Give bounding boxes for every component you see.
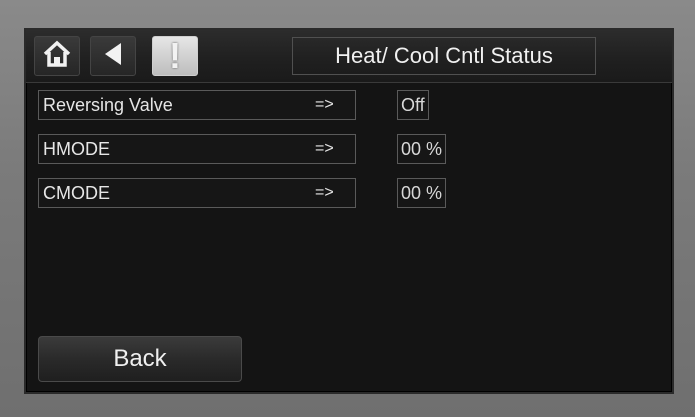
left-arrow-icon (101, 41, 125, 72)
touch-screen: ! Heat/ Cool Cntl Status Reversing Valve… (24, 28, 674, 394)
row-value-cmode: 00 % (397, 178, 447, 208)
status-row-hmode[interactable]: HMODE => (38, 134, 356, 164)
back-button[interactable]: Back (38, 336, 242, 382)
status-row-reversing-valve[interactable]: Reversing Valve => (38, 90, 356, 120)
row-label: Reversing Valve (43, 94, 173, 115)
row-value-hmode: 00 % (397, 134, 447, 164)
home-icon (42, 40, 72, 73)
row-value-reversing-valve: Off (397, 90, 429, 120)
exclamation-icon: ! (169, 35, 181, 76)
alarm-button[interactable]: ! (152, 36, 198, 76)
page-title: Heat/ Cool Cntl Status (292, 37, 596, 75)
status-row-cmode[interactable]: CMODE => (38, 178, 356, 208)
back-arrow-button[interactable] (90, 36, 136, 76)
row-arrow: => (315, 96, 334, 113)
row-label: HMODE (43, 138, 110, 159)
row-arrow: => (315, 184, 334, 201)
row-label: CMODE (43, 182, 110, 203)
home-button[interactable] (34, 36, 80, 76)
row-arrow: => (315, 140, 334, 157)
title-bar: ! Heat/ Cool Cntl Status (26, 30, 672, 83)
